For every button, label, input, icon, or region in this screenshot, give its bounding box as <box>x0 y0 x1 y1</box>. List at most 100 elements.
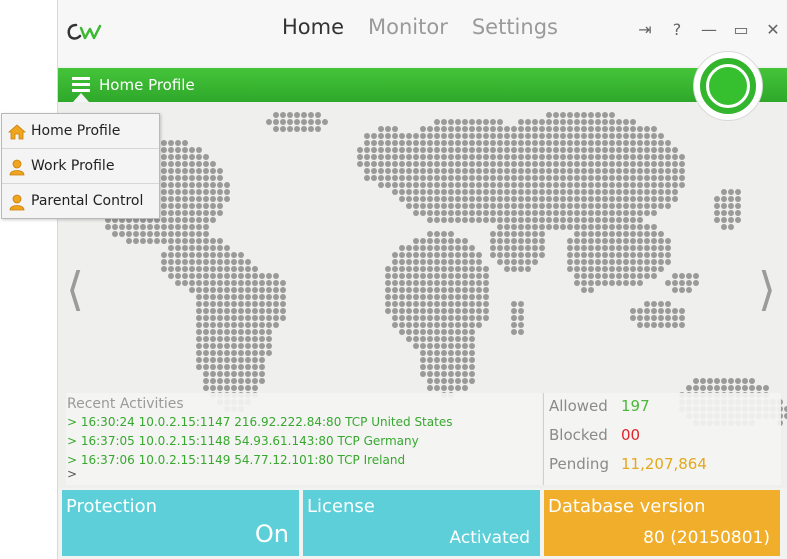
tab-settings[interactable]: Settings <box>472 15 558 39</box>
minimize-button[interactable]: — <box>700 20 718 40</box>
maximize-button[interactable]: ▭ <box>732 20 750 40</box>
map-dot <box>182 161 188 167</box>
pin-icon[interactable]: ⇥ <box>636 20 654 40</box>
map-dot <box>441 168 447 174</box>
map-dot <box>756 385 762 391</box>
map-dot <box>553 119 559 125</box>
recent-activities-panel: Recent Activities > 16:30:24 10.0.2.15:1… <box>66 393 542 485</box>
map-dot <box>616 126 622 132</box>
protection-value: On <box>254 520 289 548</box>
map-dot <box>420 336 426 342</box>
map-dot <box>406 294 412 300</box>
map-dot <box>490 231 496 237</box>
map-dot <box>616 154 622 160</box>
map-dot <box>287 112 293 118</box>
map-dot <box>588 189 594 195</box>
map-dot <box>378 175 384 181</box>
map-dot <box>441 175 447 181</box>
map-dot <box>469 196 475 202</box>
map-dot <box>175 189 181 195</box>
map-dot <box>525 210 531 216</box>
protection-tile[interactable]: Protection On <box>62 490 299 556</box>
map-dot <box>490 210 496 216</box>
profile-option-work[interactable]: Work Profile <box>2 149 159 184</box>
license-tile[interactable]: License Activated <box>303 490 540 556</box>
map-dot <box>609 217 615 223</box>
map-dot <box>595 189 601 195</box>
map-dot <box>490 161 496 167</box>
map-dot <box>476 287 482 293</box>
map-dot <box>406 287 412 293</box>
license-value: Activated <box>449 528 530 548</box>
map-dot <box>427 308 433 314</box>
tab-home[interactable]: Home <box>282 15 344 39</box>
map-dot <box>371 133 377 139</box>
map-dot <box>518 140 524 146</box>
profile-option-parental[interactable]: Parental Control <box>2 184 159 219</box>
map-dot <box>700 378 706 384</box>
map-dot <box>483 161 489 167</box>
close-button[interactable]: ✕ <box>764 20 782 40</box>
map-dot <box>490 140 496 146</box>
map-dot <box>574 210 580 216</box>
map-dot <box>217 189 223 195</box>
map-dot <box>497 217 503 223</box>
next-arrow-icon[interactable]: ⟩ <box>758 262 776 316</box>
map-dot <box>532 231 538 237</box>
map-dot <box>539 252 545 258</box>
map-dot <box>133 238 139 244</box>
map-dot <box>504 238 510 244</box>
map-dot <box>651 154 657 160</box>
map-dot <box>693 280 699 286</box>
map-dot <box>210 315 216 321</box>
map-dot <box>224 259 230 265</box>
map-dot <box>252 287 258 293</box>
map-dot <box>665 182 671 188</box>
map-dot <box>476 280 482 286</box>
map-dot <box>637 273 643 279</box>
map-dot <box>175 273 181 279</box>
map-dot <box>483 315 489 321</box>
map-dot <box>399 294 405 300</box>
profile-option-home[interactable]: Home Profile <box>2 114 159 149</box>
map-dot <box>518 238 524 244</box>
tab-monitor[interactable]: Monitor <box>368 15 448 39</box>
map-dot <box>616 168 622 174</box>
map-dot <box>462 280 468 286</box>
map-dot <box>609 133 615 139</box>
map-dot <box>182 273 188 279</box>
map-dot <box>560 182 566 188</box>
pending-label: Pending <box>549 455 609 473</box>
protection-status-indicator[interactable] <box>694 52 762 120</box>
map-dot <box>532 252 538 258</box>
map-dot <box>266 280 272 286</box>
map-dot <box>714 385 720 391</box>
map-dot <box>392 175 398 181</box>
previous-arrow-icon[interactable]: ⟨ <box>66 262 84 316</box>
map-dot <box>469 189 475 195</box>
database-tile[interactable]: Database version 80 (20150801) <box>544 490 780 556</box>
map-dot <box>245 322 251 328</box>
map-dot <box>707 378 713 384</box>
map-dot <box>196 294 202 300</box>
map-dot <box>434 371 440 377</box>
map-dot <box>658 147 664 153</box>
profile-menu-icon[interactable] <box>72 77 90 93</box>
map-dot <box>441 182 447 188</box>
map-dot <box>385 140 391 146</box>
help-button[interactable]: ? <box>668 20 686 40</box>
map-dot <box>420 175 426 181</box>
map-dot <box>504 252 510 258</box>
map-dot <box>238 266 244 272</box>
map-dot <box>651 140 657 146</box>
map-dot <box>665 280 671 286</box>
map-dot <box>609 168 615 174</box>
map-dot <box>665 301 671 307</box>
map-dot <box>175 245 181 251</box>
map-dot <box>133 231 139 237</box>
map-dot <box>427 245 433 251</box>
current-profile-label[interactable]: Home Profile <box>99 76 195 94</box>
map-dot <box>427 140 433 146</box>
map-dot <box>483 147 489 153</box>
map-dot <box>735 203 741 209</box>
